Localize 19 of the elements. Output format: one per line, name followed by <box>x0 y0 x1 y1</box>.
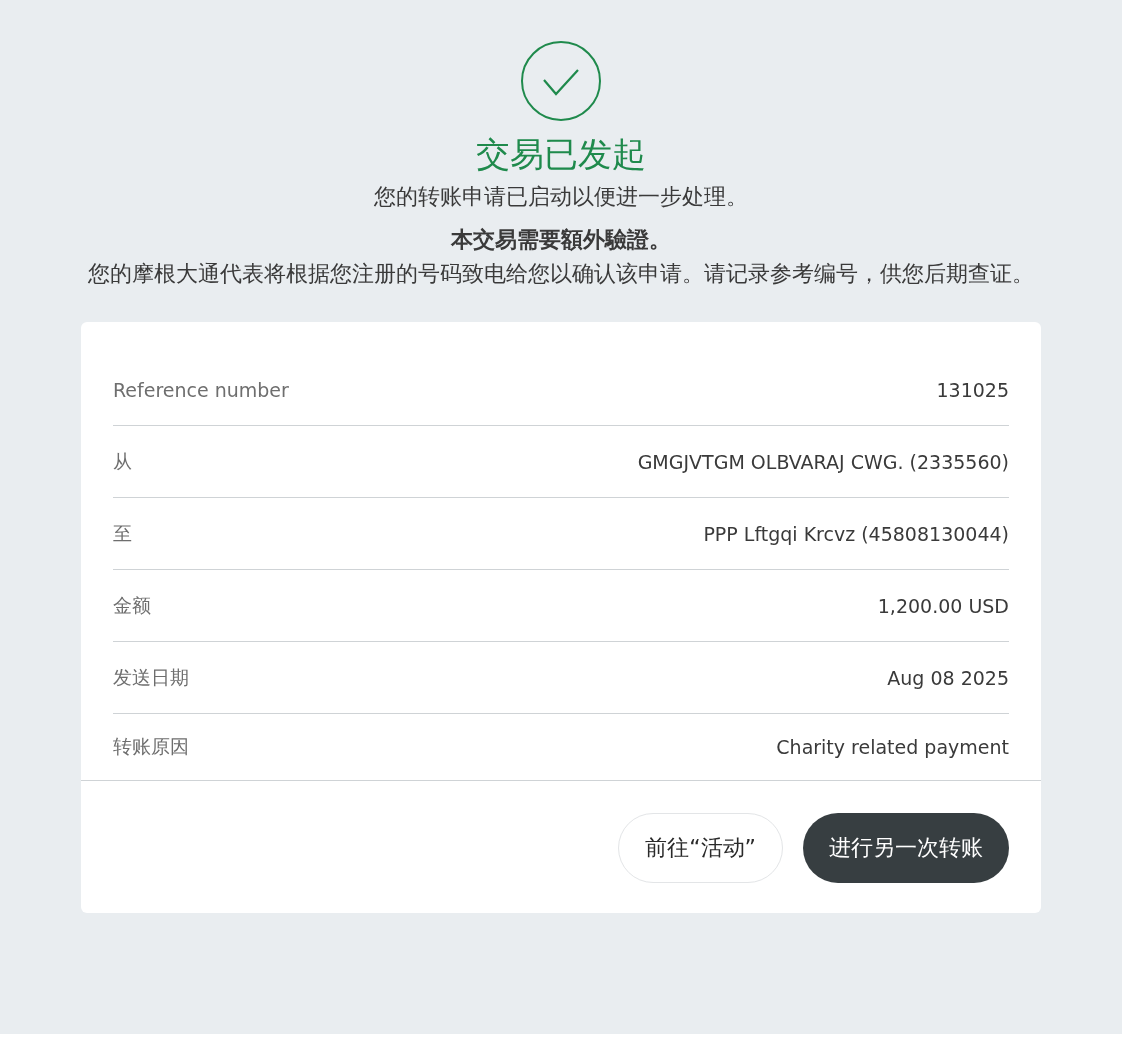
detail-label: 金额 <box>113 592 151 618</box>
detail-label: 至 <box>113 520 132 546</box>
detail-value: GMGJVTGM OLBVARAJ CWG. (2335560) <box>637 450 1009 473</box>
detail-value: Charity related payment <box>776 736 1009 758</box>
detail-label: 从 <box>113 448 132 474</box>
detail-label: 发送日期 <box>113 664 189 690</box>
status-message: 您的转账申请已启动以便进一步处理。 <box>374 183 748 211</box>
new-transfer-button[interactable]: 进行另一次转账 <box>803 813 1009 883</box>
detail-label: 转账原因 <box>113 734 189 759</box>
success-check-icon <box>520 40 602 122</box>
notice-title: 本交易需要額外驗證。 <box>451 226 671 254</box>
detail-label: Reference number <box>113 378 289 401</box>
detail-value: 1,200.00 USD <box>877 594 1009 617</box>
notice-text: 您的摩根大通代表将根据您注册的号码致电给您以确认该申请。请记录参考编号，供您后期查证。 <box>87 260 1035 288</box>
status-title: 交易已发起 <box>476 133 646 176</box>
detail-value: 131025 <box>936 378 1009 401</box>
activity-button[interactable]: 前往“活动” <box>618 813 783 883</box>
detail-value: Aug 08 2025 <box>887 666 1009 689</box>
detail-value: PPP Lftgqi Krcvz (45808130044) <box>703 522 1009 545</box>
